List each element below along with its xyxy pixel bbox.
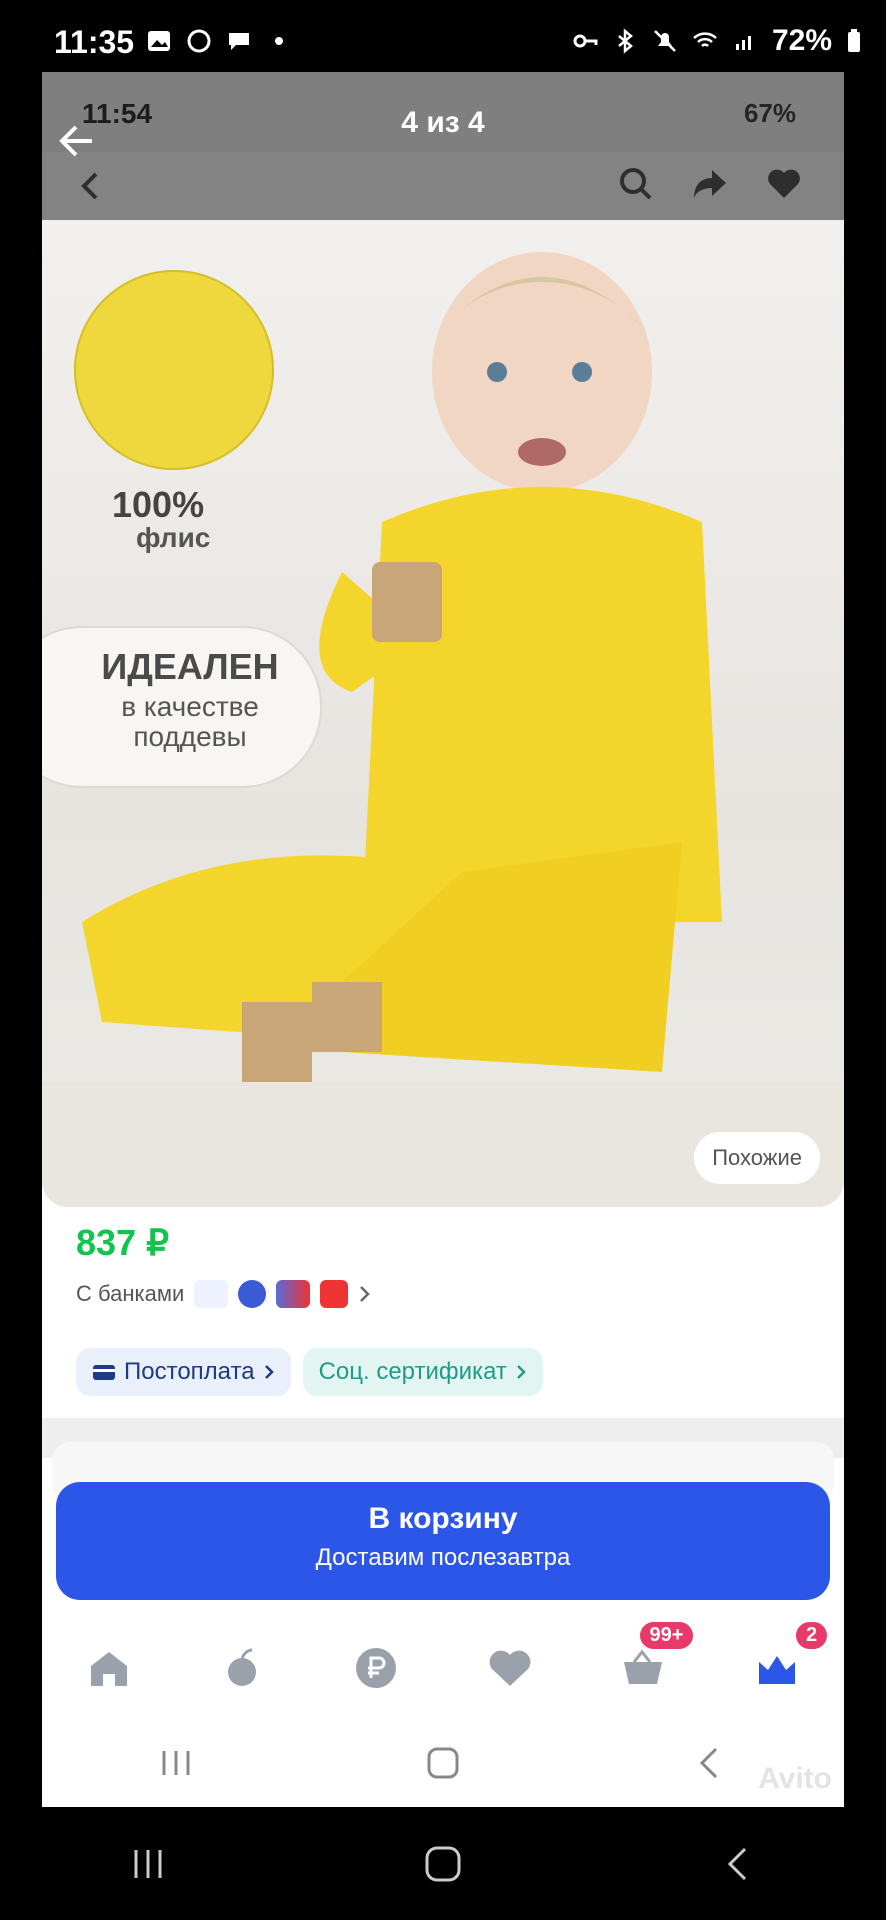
feature-subtitle-line-2: поддевы <box>133 721 247 752</box>
wifi-icon <box>693 32 717 47</box>
mute-icon <box>654 30 676 52</box>
recent-apps-icon[interactable] <box>128 1844 168 1884</box>
viewer-header: 4 из 4 <box>42 72 844 220</box>
material-name: флис <box>136 522 211 553</box>
status-time: 11:35 <box>54 24 135 60</box>
material-percent: 100% <box>112 484 205 525</box>
avito-watermark: Avito <box>758 1762 832 1795</box>
cart-button-title: В корзину <box>368 1502 518 1535</box>
more-dot-icon <box>275 37 283 45</box>
social-certificate-chip[interactable]: Соц. сертификат <box>302 1348 543 1396</box>
product-price: 837 ₽ <box>76 1222 169 1263</box>
tab-home[interactable] <box>79 1638 139 1698</box>
photo-viewer: 11:54 67% 100% флис ИДЕАЛЕН в качестве п… <box>42 72 844 1807</box>
card-icon <box>93 1365 115 1380</box>
home-icon <box>90 1652 127 1686</box>
system-nav-bar <box>0 1807 886 1920</box>
feature-title: ИДЕАЛЕН <box>101 646 279 687</box>
bank-logo-icon <box>238 1280 267 1308</box>
postpay-label: Постоплата <box>124 1358 255 1385</box>
image-counter: 4 из 4 <box>401 106 485 139</box>
signal-icon <box>735 36 751 50</box>
inner-system-nav <box>42 1718 844 1807</box>
key-icon <box>573 34 598 48</box>
battery-text: 72% <box>771 24 832 57</box>
home-button-icon <box>427 1747 459 1779</box>
similar-button[interactable]: Похожие <box>694 1132 820 1184</box>
notification-icons <box>146 28 292 54</box>
fabric-swatch <box>74 270 274 470</box>
gallery-icon <box>148 31 170 51</box>
ruble-icon <box>356 1648 397 1688</box>
tab-fresh[interactable] <box>212 1638 272 1698</box>
back-icon[interactable] <box>718 1844 758 1884</box>
bank-flag-icon <box>276 1280 311 1308</box>
feature-subtitle: в качестве поддевы <box>80 692 300 752</box>
ozon-bank-icon <box>194 1280 229 1308</box>
favorites-icon <box>489 1650 531 1686</box>
chat-icon <box>187 29 211 53</box>
add-to-cart-button[interactable]: В корзину Доставим послезавтра <box>56 1482 830 1600</box>
product-photo: 100% флис ИДЕАЛЕН в качестве поддевы Пох… <box>42 222 844 1207</box>
social-certificate-label: Соц. сертификат <box>318 1358 507 1385</box>
cart-badge: 99+ <box>639 1622 694 1649</box>
banks-label: С банками <box>76 1281 185 1306</box>
message-icon <box>229 33 249 50</box>
bank-red-icon <box>320 1280 349 1308</box>
recent-apps-icon <box>162 1751 190 1775</box>
cart-icon <box>624 1649 663 1684</box>
tab-finance[interactable] <box>346 1638 406 1698</box>
tab-cart[interactable]: 99+ <box>613 1622 694 1698</box>
bottom-tabbar: 99+ 2 <box>42 1618 844 1718</box>
cart-button-subtitle: Доставим послезавтра <box>315 1544 571 1571</box>
postpay-chip[interactable]: Постоплата <box>76 1348 291 1396</box>
back-icon <box>700 1747 718 1779</box>
chevron-right-icon <box>264 1365 274 1379</box>
profile-badge: 2 <box>795 1622 828 1649</box>
tab-profile[interactable]: 2 <box>747 1622 828 1698</box>
fresh-icon <box>228 1648 257 1686</box>
bluetooth-icon <box>618 28 633 54</box>
feature-subtitle-line-1: в качестве <box>121 691 259 722</box>
chevron-right-icon <box>360 1286 371 1302</box>
battery-icon <box>848 29 860 52</box>
payment-chips: Постоплата Соц. сертификат <box>76 1348 543 1396</box>
status-bar: 11:35 72% <box>0 0 886 72</box>
bank-offers[interactable]: С банками <box>76 1280 372 1308</box>
profile-icon <box>759 1656 796 1684</box>
tab-favorites[interactable] <box>480 1638 540 1698</box>
chevron-right-icon <box>517 1365 526 1379</box>
home-button-icon[interactable] <box>423 1844 463 1884</box>
